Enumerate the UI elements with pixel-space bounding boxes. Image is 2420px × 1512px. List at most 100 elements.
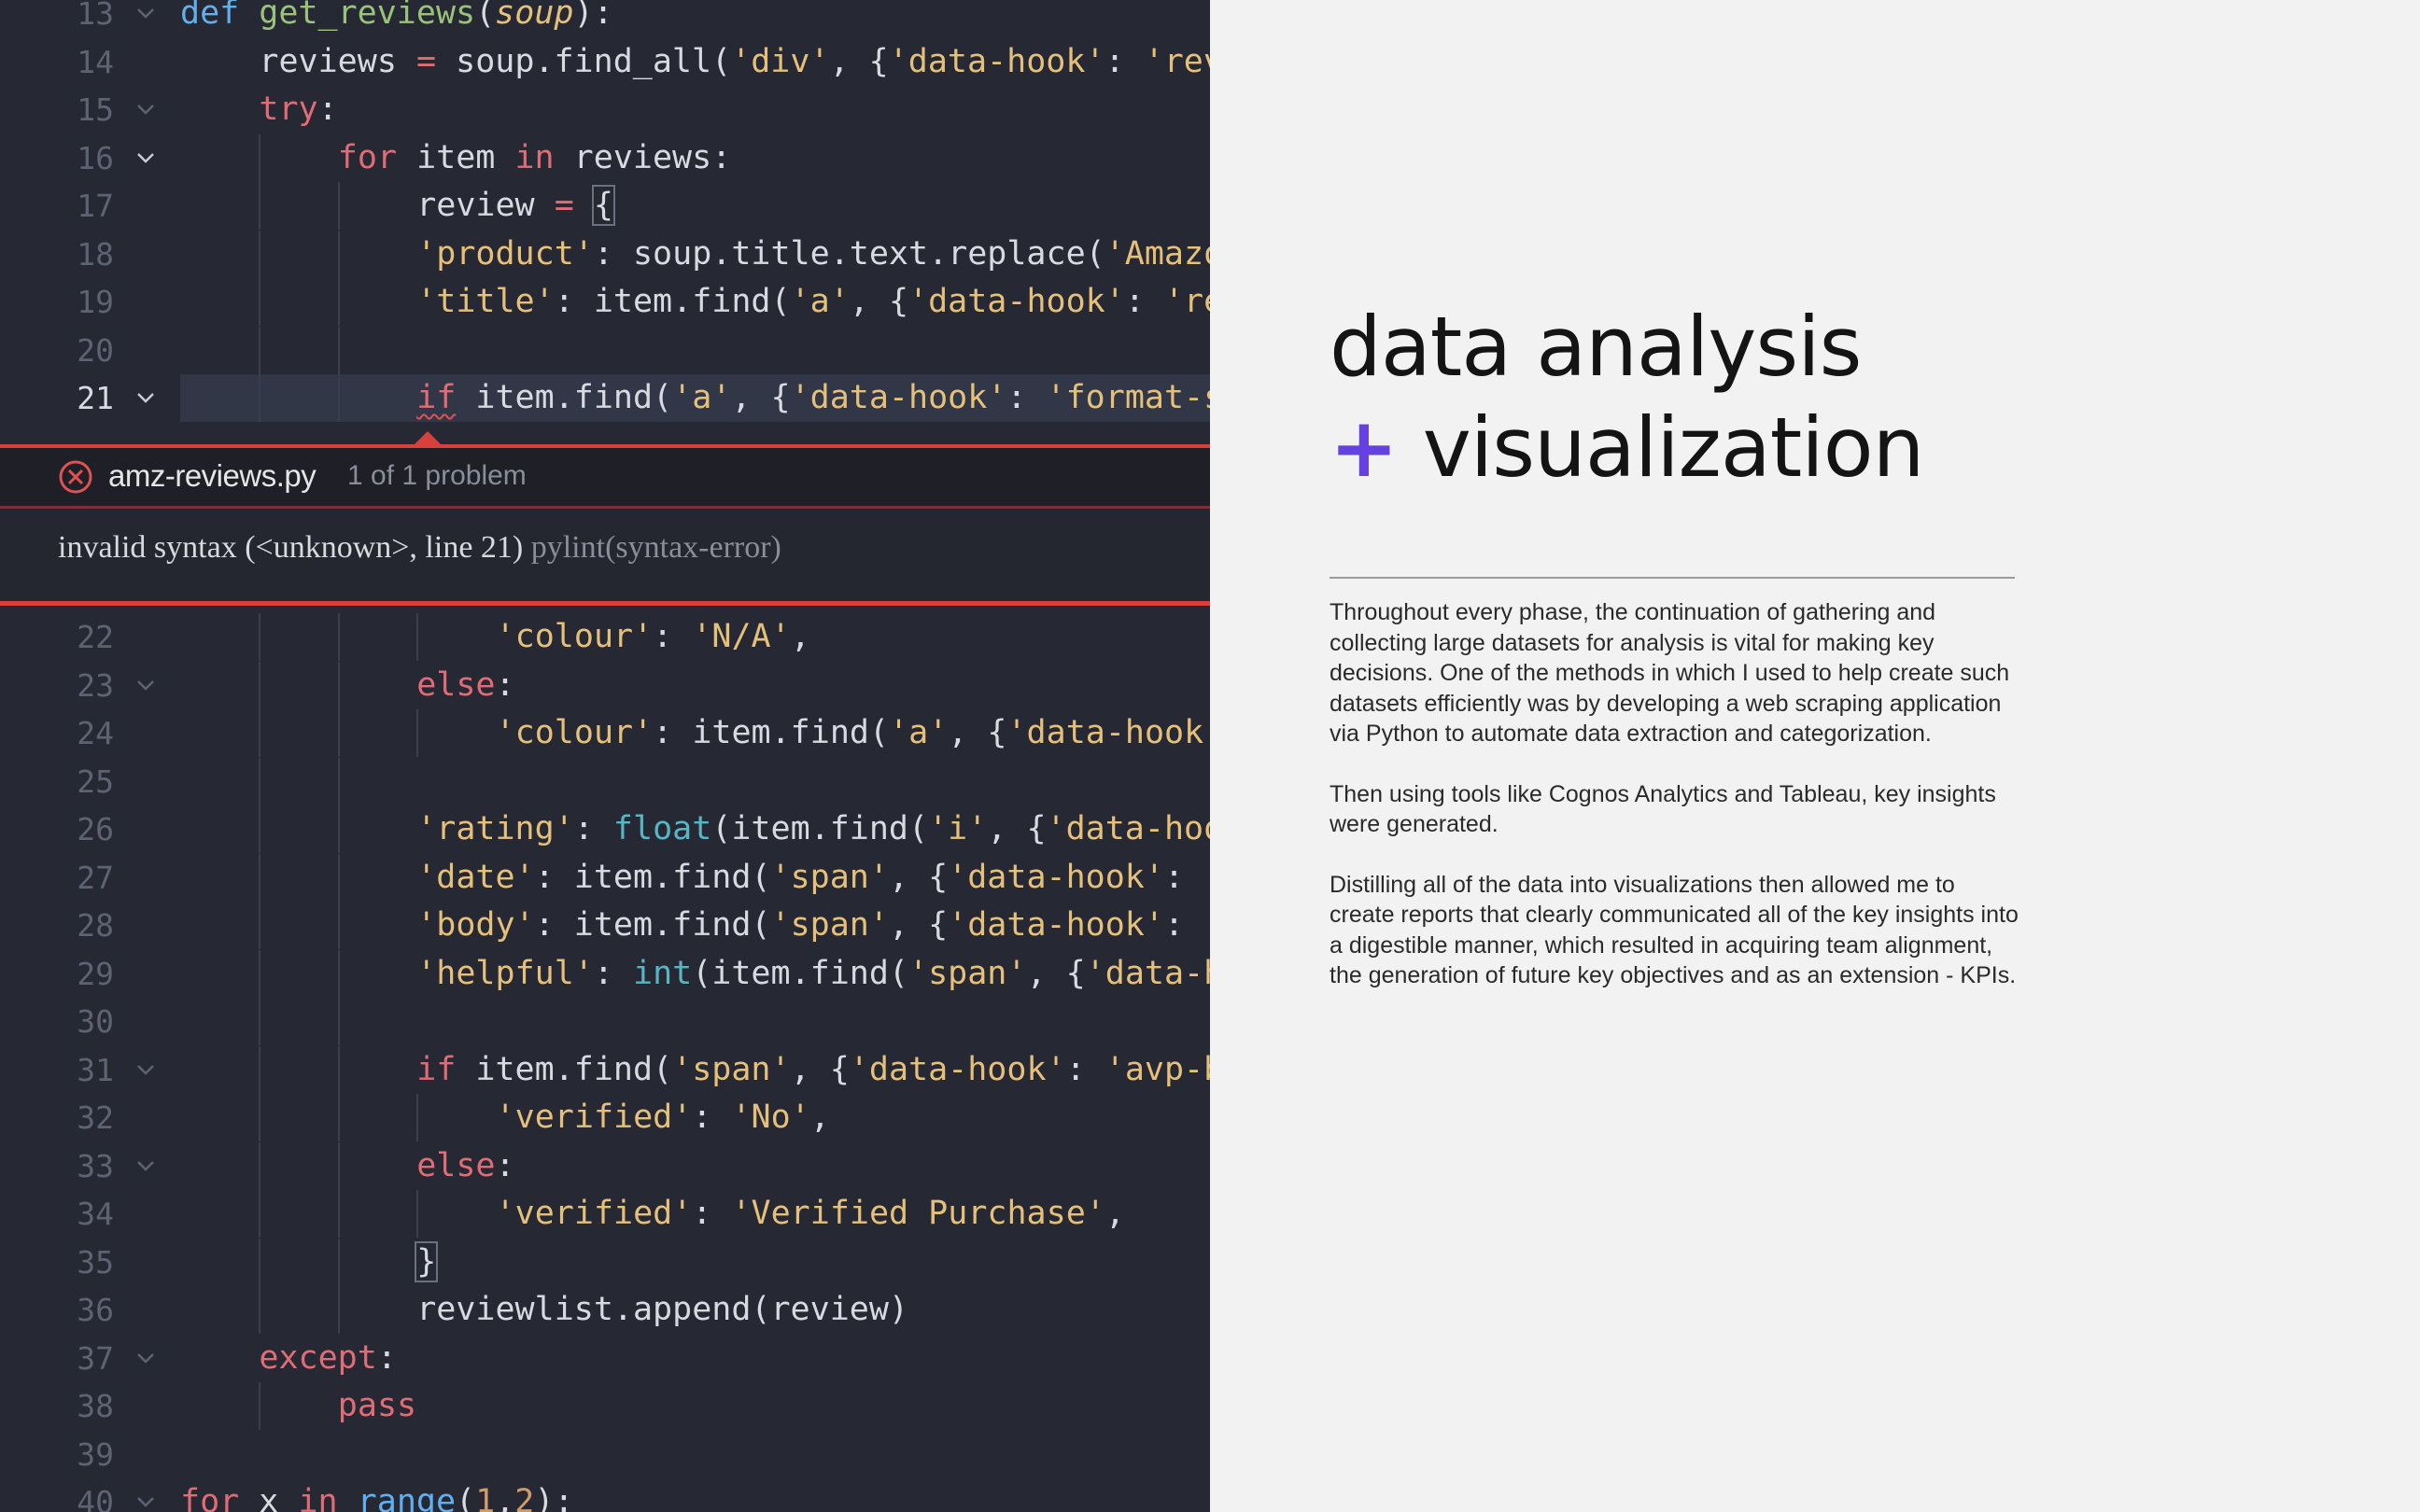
indent-guide xyxy=(337,902,340,949)
paragraph-3: Distilling all of the data into visualiz… xyxy=(1330,871,2019,989)
code-line[interactable]: 15 try: xyxy=(0,86,1210,133)
code-token: ): xyxy=(573,0,613,32)
code-text: 'product': soup.title.text.replace('Amaz… xyxy=(416,231,1210,278)
plus-mark: + xyxy=(1330,399,1399,496)
code-token: : xyxy=(495,665,515,704)
code-line[interactable]: 25 xyxy=(0,757,1210,805)
code-token: 'div' xyxy=(731,42,830,80)
indent-guide xyxy=(259,1286,261,1334)
code-line[interactable]: 20 xyxy=(0,326,1210,374)
code-token: : item.find( xyxy=(554,283,791,320)
peek-bottom-border xyxy=(0,601,1210,606)
code-token: 1 xyxy=(475,1483,496,1512)
code-line[interactable]: 27 'date': item.find('span', {'data-hook'… xyxy=(0,853,1210,902)
chevron-down-icon[interactable] xyxy=(135,1155,156,1176)
code-token: soup xyxy=(495,0,574,32)
indent-guide xyxy=(337,182,340,230)
line-number: 25 xyxy=(77,763,114,800)
code-text: pass xyxy=(338,1382,416,1430)
indent-guide xyxy=(337,1190,340,1238)
code-token: 'data-hook' xyxy=(790,379,1007,416)
code-line[interactable]: 16 for item in reviews: xyxy=(0,133,1210,182)
code-line[interactable]: 36 reviewlist.append(review) xyxy=(0,1286,1210,1334)
peek-header: amz-reviews.py 1 of 1 problem xyxy=(0,448,1210,506)
title-line-2-text: visualization xyxy=(1397,399,1925,496)
code-line[interactable]: 19 'title': item.find('a', {'data-hook': … xyxy=(0,278,1210,326)
code-line[interactable]: 24 'colour': item.find('a', {'data-hook' xyxy=(0,709,1210,757)
code-line[interactable]: 21 if item.find('a', {'data-hook': 'forma… xyxy=(0,374,1210,422)
code-token: , { xyxy=(888,858,949,896)
code-token: int xyxy=(633,954,693,992)
indent-guide xyxy=(337,1045,340,1094)
code-token: : xyxy=(495,1146,515,1184)
chevron-down-icon[interactable] xyxy=(135,675,156,695)
line-number: 18 xyxy=(77,235,114,273)
code-token: : item.find( xyxy=(534,858,771,896)
code-line[interactable]: 39 xyxy=(0,1431,1210,1478)
code-text: reviewlist.append(review) xyxy=(416,1286,908,1334)
code-line[interactable]: 31 if item.find('span', {'data-hook': 'av… xyxy=(0,1045,1210,1094)
code-editor[interactable]: 13 def get_reviews(soup): 14 reviews = soup… xyxy=(0,0,1210,1512)
code-line[interactable]: 37 except: xyxy=(0,1335,1210,1382)
code-token: 'span' xyxy=(770,858,889,896)
chevron-down-icon[interactable] xyxy=(135,1491,156,1512)
code-token: 'verified' xyxy=(495,1099,693,1136)
code-line[interactable]: 17 review = { xyxy=(0,182,1210,230)
code-line[interactable]: 35} xyxy=(0,1238,1210,1286)
code-token: x xyxy=(239,1483,299,1512)
code-text: reviews = soup.find_all('div', {'data-ho… xyxy=(259,38,1210,86)
code-token: = xyxy=(554,187,574,224)
chevron-down-icon[interactable] xyxy=(135,147,156,168)
code-line[interactable]: 34 'verified': 'Verified Purchase', xyxy=(0,1190,1210,1238)
indent-guide xyxy=(259,1141,261,1190)
code-line[interactable]: 14 reviews = soup.find_all('div', {'data-… xyxy=(0,38,1210,86)
code-token: for xyxy=(337,138,398,176)
code-token: , { xyxy=(1026,954,1086,992)
code-line[interactable]: 23 else: xyxy=(0,661,1210,709)
indent-guide xyxy=(259,374,261,422)
indent-guide xyxy=(259,1094,261,1141)
chevron-down-icon[interactable] xyxy=(135,1348,156,1368)
indent-guide xyxy=(337,949,340,998)
line-number: 36 xyxy=(77,1292,114,1328)
code-line[interactable]: 22 'colour': 'N/A', xyxy=(0,613,1210,661)
chevron-down-icon[interactable] xyxy=(135,3,156,23)
code-token: : xyxy=(692,1099,732,1136)
line-number: 38 xyxy=(77,1388,114,1424)
indent-guide xyxy=(259,949,261,998)
peek-pointer-arrow xyxy=(415,431,441,444)
code-text: for item in reviews: xyxy=(338,134,731,182)
indent-guide xyxy=(337,1094,340,1141)
line-number: 30 xyxy=(77,1003,114,1040)
code-text: 'title': item.find('a', {'data-hook': 'r… xyxy=(416,278,1210,326)
code-token: pass xyxy=(337,1387,417,1424)
code-line[interactable]: 30 xyxy=(0,998,1210,1045)
problem-message[interactable]: invalid syntax (<unknown>, line 21) pyli… xyxy=(58,530,781,566)
code-line[interactable]: 38 pass xyxy=(0,1382,1210,1430)
code-token: ' xyxy=(1203,906,1210,944)
code-text: 'body': item.find('span', {'data-hook': … xyxy=(416,902,1210,949)
indent-guide xyxy=(259,805,261,853)
code-line[interactable]: 13 def get_reviews(soup): xyxy=(0,0,1210,37)
code-line[interactable]: 32 'verified': 'No', xyxy=(0,1094,1210,1141)
indent-guide xyxy=(259,1190,261,1238)
code-token: : xyxy=(692,1195,732,1232)
chevron-down-icon[interactable] xyxy=(135,99,156,119)
code-token: 'date' xyxy=(416,858,535,896)
code-line[interactable]: 33 else: xyxy=(0,1141,1210,1190)
code-line[interactable]: 40 for x in range(1,2): xyxy=(0,1478,1210,1512)
problem-file-name[interactable]: amz-reviews.py xyxy=(108,458,317,494)
code-line[interactable]: 29 'helpful': int(item.find('span', {'dat… xyxy=(0,949,1210,998)
code-line[interactable]: 26 'rating': float(item.find('i', {'data-… xyxy=(0,805,1210,853)
line-number: 26 xyxy=(77,811,114,847)
code-token: 2 xyxy=(514,1483,535,1512)
line-number: 22 xyxy=(77,619,114,655)
chevron-down-icon[interactable] xyxy=(135,387,156,408)
code-line[interactable]: 18 'product': soup.title.text.replace('Am… xyxy=(0,230,1210,278)
code-line[interactable]: 28 'body': item.find('span', {'data-hook'… xyxy=(0,902,1210,949)
code-token: : soup.title.text.replace( xyxy=(593,234,1105,273)
code-text: except: xyxy=(259,1335,397,1382)
chevron-down-icon[interactable] xyxy=(135,1059,156,1080)
code-token: item.find( xyxy=(456,379,673,416)
indent-guide xyxy=(259,1045,261,1094)
